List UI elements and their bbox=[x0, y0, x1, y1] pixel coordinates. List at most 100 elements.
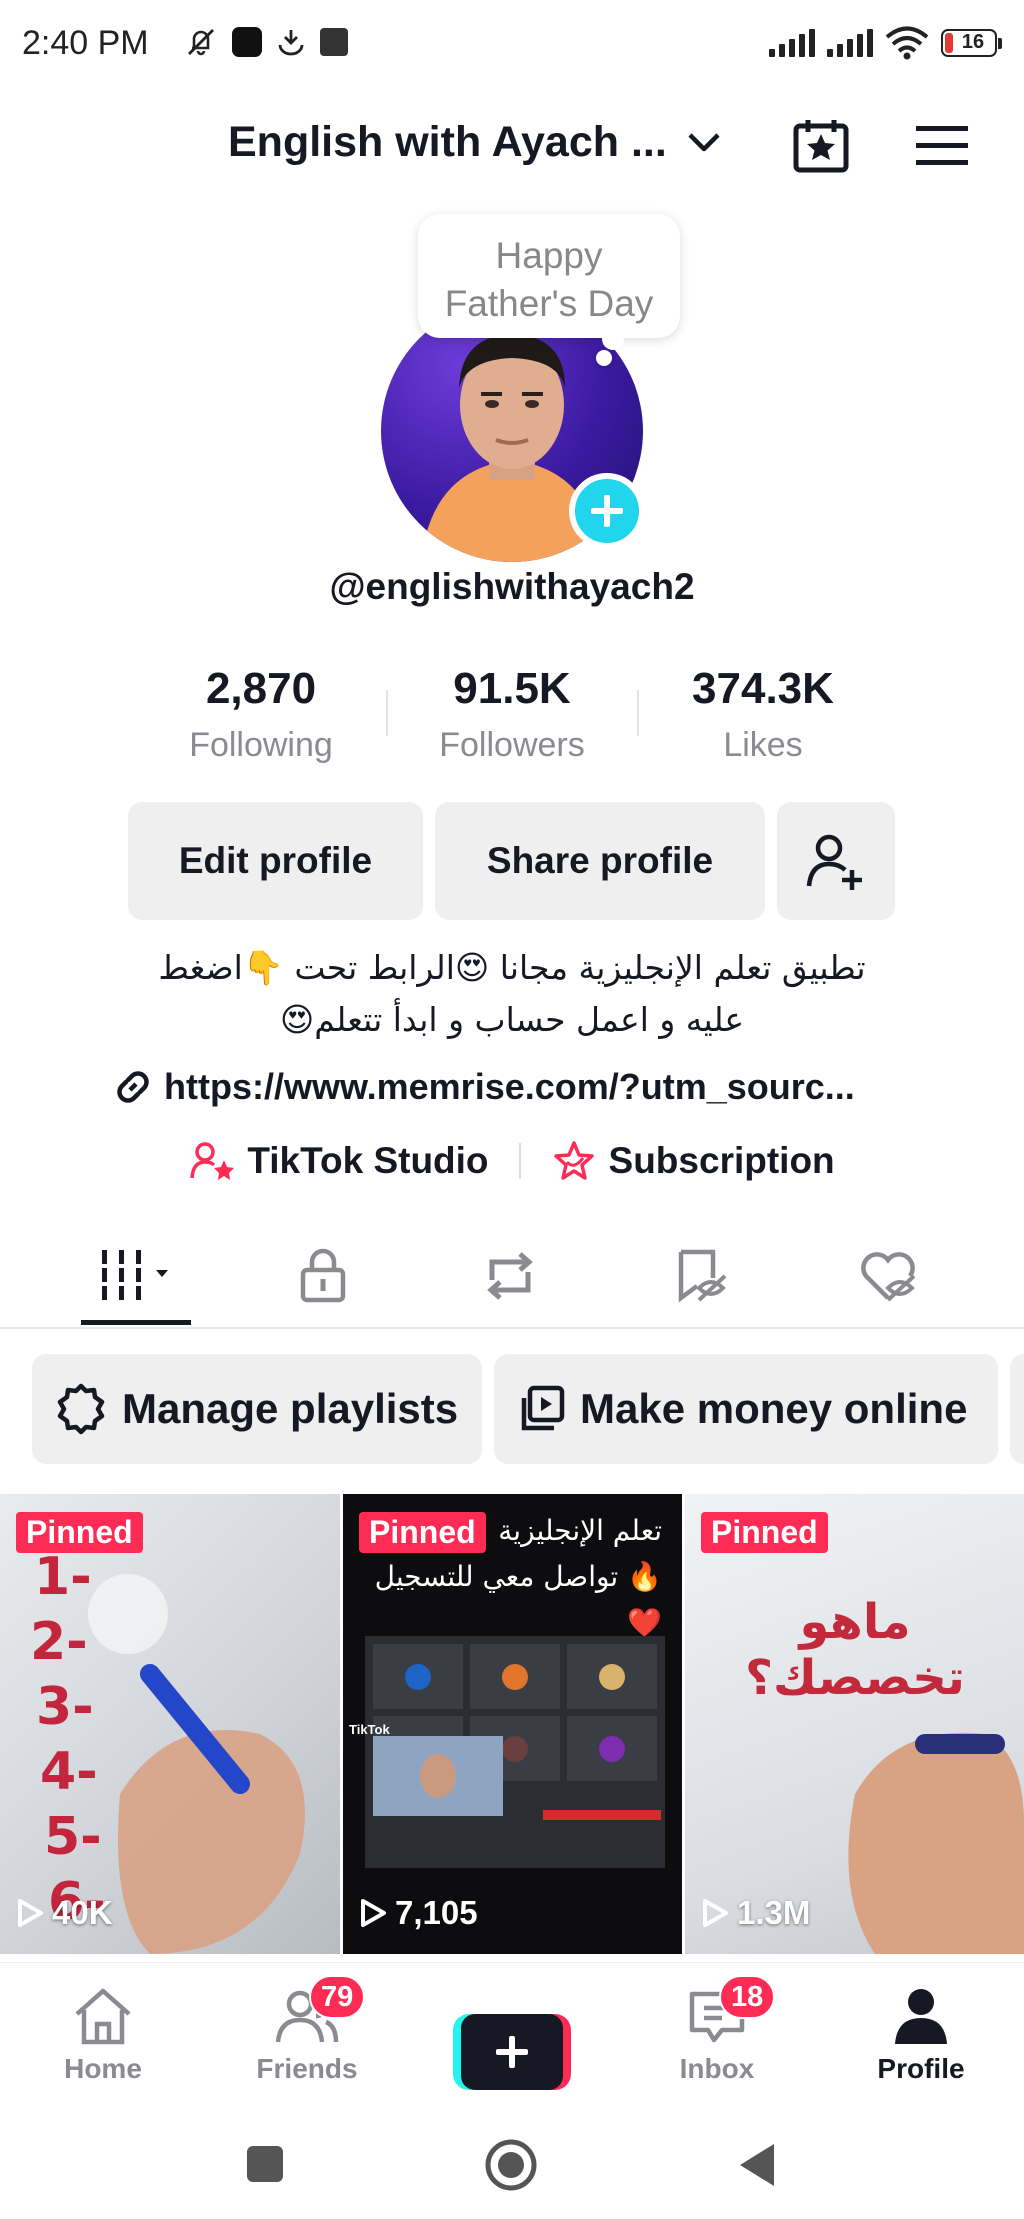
video-grid: 1- 2- 3- 4- 5- 6- Pinned 40K تعلم الإنجليزية … bbox=[0, 1494, 1024, 1954]
pinned-badge: Pinned bbox=[16, 1512, 143, 1553]
status-system-icons: 16 bbox=[769, 26, 1002, 60]
profile-handle: @englishwithayach2 bbox=[329, 566, 695, 607]
svg-text:5-: 5- bbox=[44, 1807, 102, 1867]
nav-inbox[interactable]: 18 Inbox bbox=[627, 1975, 807, 2085]
share-profile-button[interactable]: Share profile bbox=[435, 802, 765, 920]
chip-label: Manage playlists bbox=[122, 1385, 459, 1432]
profile-icon bbox=[895, 1989, 947, 2044]
profile-header: English with Ayach ... bbox=[0, 100, 1024, 192]
account-switcher[interactable]: English with Ayach ... bbox=[228, 118, 721, 167]
stat-followers[interactable]: 91.5K Followers bbox=[392, 664, 632, 765]
video-call-grid bbox=[365, 1636, 665, 1868]
chevron-down-icon bbox=[688, 132, 720, 151]
add-friend-button[interactable] bbox=[777, 802, 895, 920]
friends-badge: 79 bbox=[309, 1975, 366, 2019]
battery-icon: 16 bbox=[941, 29, 1002, 57]
download-icon bbox=[278, 30, 304, 56]
link-icon bbox=[117, 1071, 149, 1103]
edit-profile-button[interactable]: Edit profile bbox=[128, 802, 423, 920]
play-icon bbox=[361, 1899, 386, 1927]
stat-following[interactable]: 2,870 Following bbox=[141, 664, 381, 765]
video-stack-icon bbox=[521, 1385, 565, 1431]
subscription-link[interactable]: Subscription bbox=[551, 1140, 835, 1182]
more-chip[interactable] bbox=[1010, 1354, 1024, 1464]
signal-icon bbox=[827, 29, 873, 57]
person-star-icon bbox=[190, 1142, 235, 1180]
play-icon bbox=[18, 1899, 43, 1927]
profile-link[interactable]: https://www.memrise.com/?utm_sourc... bbox=[112, 1066, 855, 1108]
bookmark-hidden-icon bbox=[678, 1249, 727, 1303]
view-count-text: 1.3M bbox=[737, 1894, 811, 1931]
battery-level: 16 bbox=[961, 31, 985, 53]
tab-private[interactable] bbox=[268, 1236, 378, 1316]
bubble-text: Happy Father's Day bbox=[444, 235, 654, 324]
make-money-chip[interactable]: Make money online bbox=[494, 1354, 998, 1464]
view-count: 7,105 bbox=[359, 1894, 478, 1932]
profile-bio: تطبيق تعلم الإنجليزية مجانا 😍الرابط تحت … bbox=[0, 942, 1024, 1046]
video-thumbnail[interactable]: تعلم الإنجليزية 🔥 تواصل معي للتسجيل ❤️ T… bbox=[343, 1494, 682, 1954]
tab-reposts[interactable] bbox=[455, 1236, 565, 1316]
avatar-speech-bubble[interactable]: Happy Father's Day bbox=[418, 214, 680, 366]
nav-label: Home bbox=[64, 2053, 142, 2084]
mute-icon bbox=[188, 29, 214, 56]
view-count-text: 40K bbox=[52, 1894, 113, 1931]
nav-label: Inbox bbox=[679, 2053, 755, 2084]
status-notification-icons bbox=[184, 26, 348, 58]
profile-stats: 2,870 Following 91.5K Followers 374.3K L… bbox=[0, 664, 1024, 774]
home-circle-icon[interactable] bbox=[484, 2138, 538, 2192]
calendar-star-icon bbox=[793, 120, 849, 173]
tiktok-studio-label: TikTok Studio bbox=[247, 1140, 489, 1181]
tab-videos[interactable] bbox=[81, 1236, 191, 1316]
chip-label: Make money online bbox=[580, 1385, 968, 1432]
whiteboard-scene: 1-2-3-4-5-6- bbox=[30, 1547, 305, 1954]
nav-friends[interactable]: 79 Friends bbox=[217, 1975, 397, 2085]
inbox-badge: 18 bbox=[719, 1975, 776, 2019]
home-icon bbox=[75, 1988, 131, 2045]
nav-home[interactable]: Home bbox=[13, 1979, 193, 2085]
stat-likes[interactable]: 374.3K Likes bbox=[643, 664, 883, 765]
add-story-button[interactable] bbox=[569, 473, 645, 549]
content-tabs bbox=[0, 1226, 1024, 1326]
stat-value: 2,870 bbox=[205, 664, 317, 713]
back-icon[interactable] bbox=[738, 2142, 778, 2188]
svg-text:2-: 2- bbox=[30, 1612, 88, 1672]
tab-favorites[interactable] bbox=[647, 1236, 757, 1316]
subscription-label: Subscription bbox=[608, 1140, 835, 1181]
menu-button[interactable] bbox=[910, 114, 974, 178]
pinned-badge: Pinned bbox=[701, 1512, 828, 1553]
app-notification-icon bbox=[320, 28, 348, 56]
nav-profile[interactable]: Profile bbox=[831, 1979, 1011, 2085]
bio-line: تطبيق تعلم الإنجليزية مجانا 😍الرابط تحت … bbox=[158, 948, 866, 987]
hand-with-marker bbox=[848, 1732, 1024, 1954]
svg-text:3-: 3- bbox=[36, 1677, 94, 1737]
view-count: 40K bbox=[16, 1894, 113, 1932]
lock-icon bbox=[300, 1248, 346, 1303]
video-thumbnail[interactable]: ماهو تخصصك؟ Pinned 1.3M bbox=[685, 1494, 1024, 1954]
video-thumbnail[interactable]: 1- 2- 3- 4- 5- 6- Pinned 40K bbox=[0, 1494, 340, 1954]
tiktok-studio-link[interactable]: TikTok Studio bbox=[189, 1140, 489, 1182]
signal-icon bbox=[769, 29, 815, 57]
app-notification-icon bbox=[232, 27, 262, 57]
recents-icon[interactable] bbox=[245, 2144, 285, 2184]
heart-hidden-icon bbox=[861, 1252, 916, 1302]
calendar-star-button[interactable] bbox=[789, 114, 853, 178]
pinned-badge: Pinned bbox=[359, 1512, 486, 1553]
gear-icon bbox=[57, 1383, 105, 1435]
status-bar: 2:40 PM 16 bbox=[0, 0, 1024, 96]
creator-tools: TikTok Studio Subscription bbox=[0, 1140, 1024, 1182]
add-user-icon bbox=[806, 834, 862, 890]
view-count-text: 7,105 bbox=[395, 1894, 478, 1931]
repost-icon bbox=[487, 1252, 533, 1300]
tab-liked[interactable] bbox=[833, 1236, 943, 1316]
link-text: https://www.memrise.com/?utm_sourc... bbox=[164, 1066, 855, 1107]
manage-playlists-chip[interactable]: Manage playlists bbox=[32, 1354, 482, 1464]
status-time: 2:40 PM bbox=[22, 24, 149, 62]
view-count: 1.3M bbox=[701, 1894, 810, 1932]
bio-line: عليه و اعمل حساب و ابدأ تتعلم😍 bbox=[279, 1000, 745, 1039]
tiktok-watermark: TikTok bbox=[349, 1722, 390, 1737]
stat-value: 374.3K bbox=[692, 664, 834, 713]
create-button[interactable] bbox=[453, 2014, 571, 2090]
subscription-star-icon bbox=[553, 1141, 594, 1180]
stat-label: Likes bbox=[723, 726, 803, 764]
nav-label: Friends bbox=[256, 2053, 358, 2084]
